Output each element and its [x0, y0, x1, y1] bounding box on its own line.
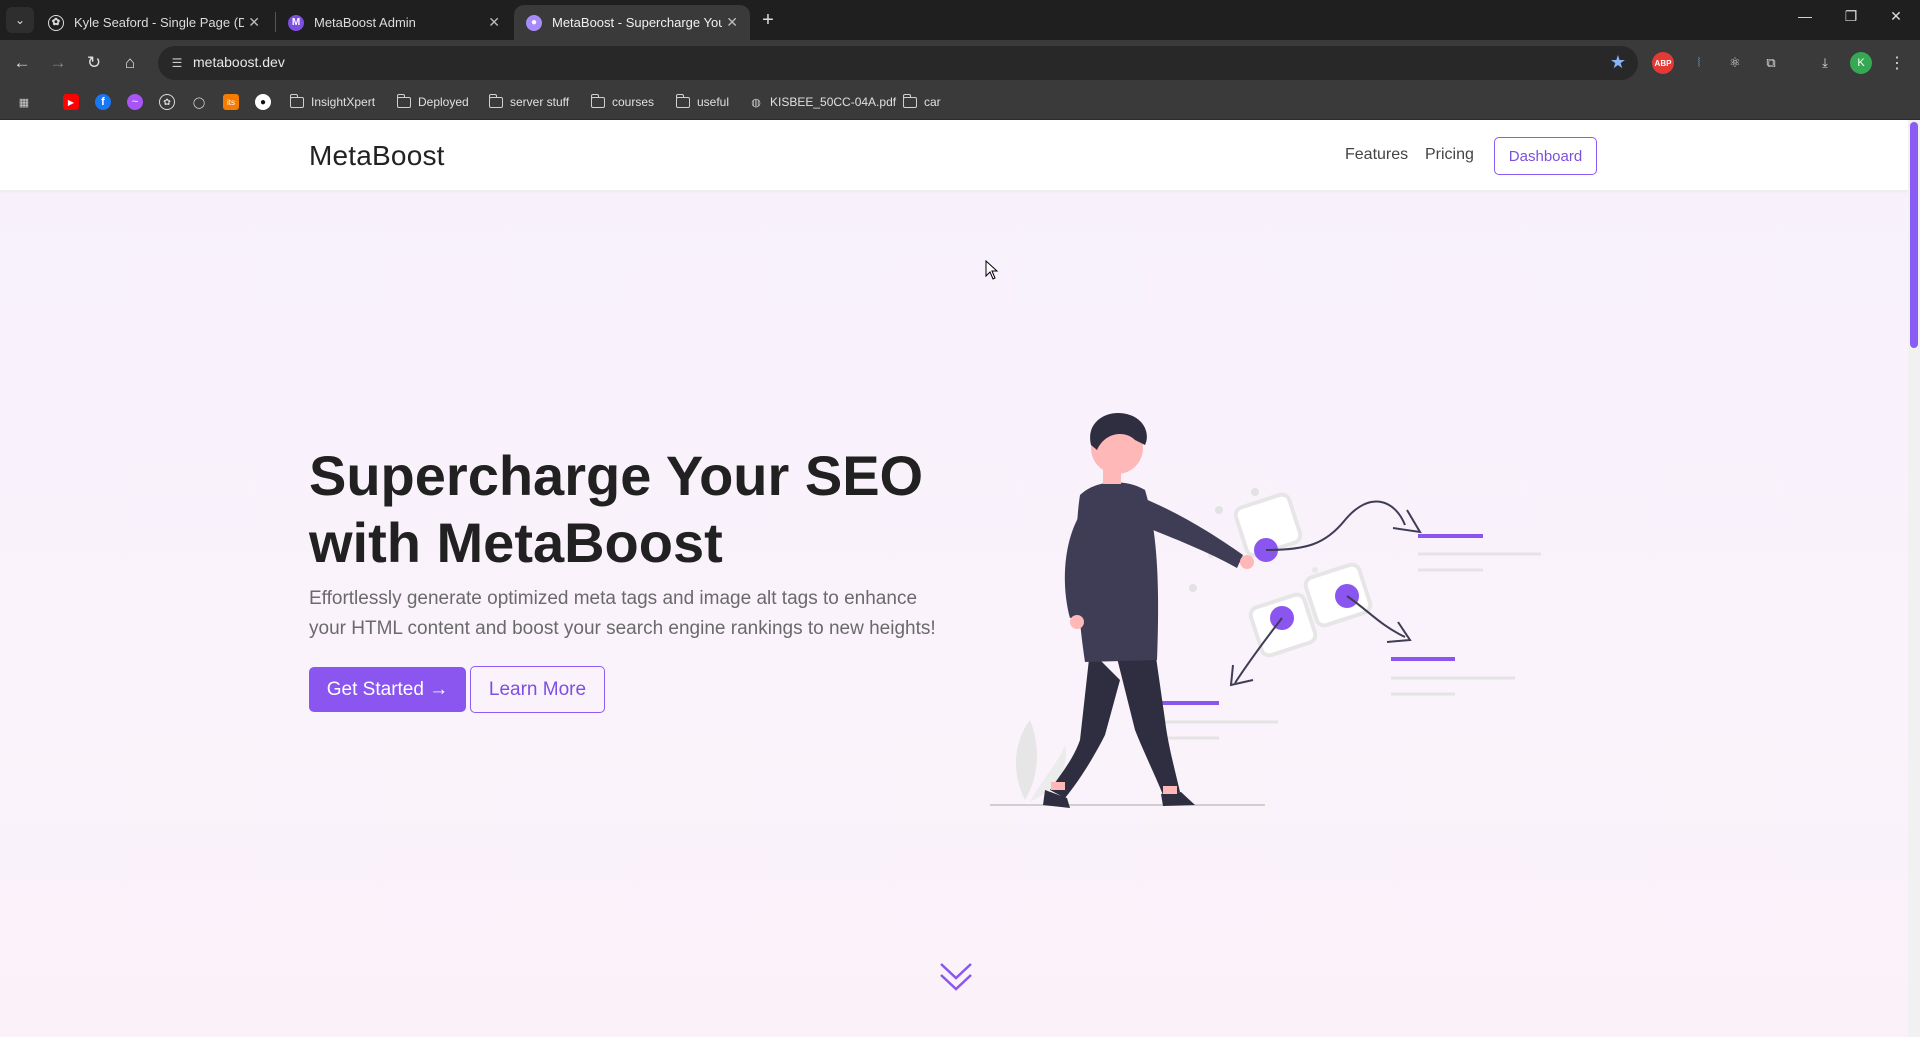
tab-title: MetaBoost Admin [314, 15, 416, 30]
bookmark-folder-useful[interactable]: useful [675, 93, 729, 110]
hero-title: Supercharge Your SEO with MetaBoost [309, 444, 924, 574]
page-viewport: MetaBoost Features Pricing Dashboard Sup… [0, 120, 1908, 1037]
address-bar[interactable]: ☰ metaboost.dev ★ [158, 46, 1638, 80]
facebook-icon[interactable]: f [95, 94, 117, 110]
site-navbar: MetaBoost Features Pricing Dashboard [0, 120, 1908, 191]
folder-icon [590, 93, 605, 108]
apps-grid-icon[interactable]: ▦ [16, 94, 38, 110]
bookmark-folder-insightxpert[interactable]: InsightXpert [289, 93, 375, 110]
close-window-icon[interactable]: ✕ [1876, 8, 1916, 25]
close-tab-icon[interactable]: ✕ [726, 14, 738, 31]
close-tab-icon[interactable]: ✕ [248, 14, 260, 31]
metaboost-favicon-icon: M [288, 14, 304, 31]
tab-metaboost-admin[interactable]: M MetaBoost Admin ✕ [276, 5, 512, 40]
tab-title: Kyle Seaford - Single Page (Dar [74, 15, 244, 30]
close-tab-icon[interactable]: ✕ [488, 14, 500, 31]
back-arrow-icon[interactable]: ← [10, 51, 34, 75]
get-started-button[interactable]: Get Started → [309, 667, 466, 712]
bookmark-folder-deployed[interactable]: Deployed [396, 93, 469, 110]
nav-link-features[interactable]: Features [1345, 146, 1408, 164]
url-text: metaboost.dev [193, 54, 285, 70]
hero-subtitle: Effortlessly generate optimized meta tag… [309, 588, 936, 639]
site-info-icon[interactable]: ☰ [168, 54, 186, 72]
brand-logo-text[interactable]: MetaBoost [309, 140, 445, 172]
folder-icon [675, 93, 690, 108]
chat-bubble-icon[interactable]: ◯ [191, 94, 213, 110]
profile-avatar[interactable]: K [1850, 52, 1872, 74]
youtube-icon[interactable]: ▶ [63, 94, 85, 110]
its-icon[interactable]: its [223, 94, 245, 110]
new-tab-icon[interactable]: + [756, 8, 780, 32]
browser-tab-bar: ⌄ ✿ Kyle Seaford - Single Page (Dar ✕ M … [0, 0, 1920, 40]
tab-metaboost-landing[interactable]: ● MetaBoost - Supercharge Your ✕ [514, 5, 750, 40]
reload-icon[interactable]: ↻ [82, 51, 106, 75]
messenger-icon[interactable]: ~ [127, 94, 149, 110]
folder-icon [396, 93, 411, 108]
openai-icon: ✿ [48, 14, 64, 31]
restore-icon[interactable]: ❐ [1831, 8, 1871, 25]
folder-icon [289, 93, 304, 108]
tab-title: MetaBoost - Supercharge Your [552, 15, 722, 30]
bookmark-star-icon[interactable]: ★ [1610, 52, 1626, 73]
more-menu-icon[interactable]: ⋮ [1886, 52, 1908, 74]
browser-toolbar: ← → ↻ ⌂ ☰ metaboost.dev ★ ABP ⦚ ⚛ ⧉ ⤓ K … [0, 40, 1920, 86]
scrollbar-thumb[interactable] [1910, 122, 1918, 348]
page-scrollbar[interactable] [1908, 120, 1920, 1037]
bookmark-folder-courses[interactable]: courses [590, 93, 654, 110]
wifi-extension-icon[interactable]: ⦚ [1688, 52, 1710, 74]
nav-link-pricing[interactable]: Pricing [1425, 146, 1474, 164]
bookmark-folder-car[interactable]: car [902, 93, 941, 110]
minimize-icon[interactable]: — [1785, 8, 1825, 24]
bookmarks-bar: ▦ ▶ f ~ ✿ ◯ its ● InsightXpert Deployed … [0, 86, 1920, 120]
globe-icon: ◍ [751, 96, 761, 109]
tab-search-chevron-icon[interactable]: ⌄ [6, 7, 34, 33]
folder-icon [902, 93, 917, 108]
adblock-icon[interactable]: ABP [1652, 52, 1674, 74]
chatgpt-icon[interactable]: ✿ [159, 94, 181, 110]
bookmark-folder-server-stuff[interactable]: server stuff [488, 93, 569, 110]
dashboard-button[interactable]: Dashboard [1494, 137, 1597, 175]
github-icon[interactable]: ● [255, 94, 277, 110]
downloads-icon[interactable]: ⤓ [1814, 52, 1836, 74]
tab-kyle-seaford[interactable]: ✿ Kyle Seaford - Single Page (Dar ✕ [36, 5, 272, 40]
extensions-puzzle-icon[interactable]: ⧉ [1760, 52, 1782, 74]
mouse-cursor-icon [985, 260, 999, 280]
hero-illustration [990, 413, 1541, 808]
metaboost-favicon-icon: ● [526, 14, 542, 31]
forward-arrow-icon[interactable]: → [46, 51, 70, 75]
react-devtools-icon[interactable]: ⚛ [1724, 52, 1746, 74]
bookmark-pdf-kisbee[interactable]: ◍ KISBEE_50CC-04A.pdf [748, 94, 896, 110]
home-icon[interactable]: ⌂ [118, 51, 142, 75]
learn-more-button[interactable]: Learn More [470, 666, 605, 713]
scroll-down-chevron-icon[interactable] [938, 960, 974, 994]
folder-icon [488, 93, 503, 108]
